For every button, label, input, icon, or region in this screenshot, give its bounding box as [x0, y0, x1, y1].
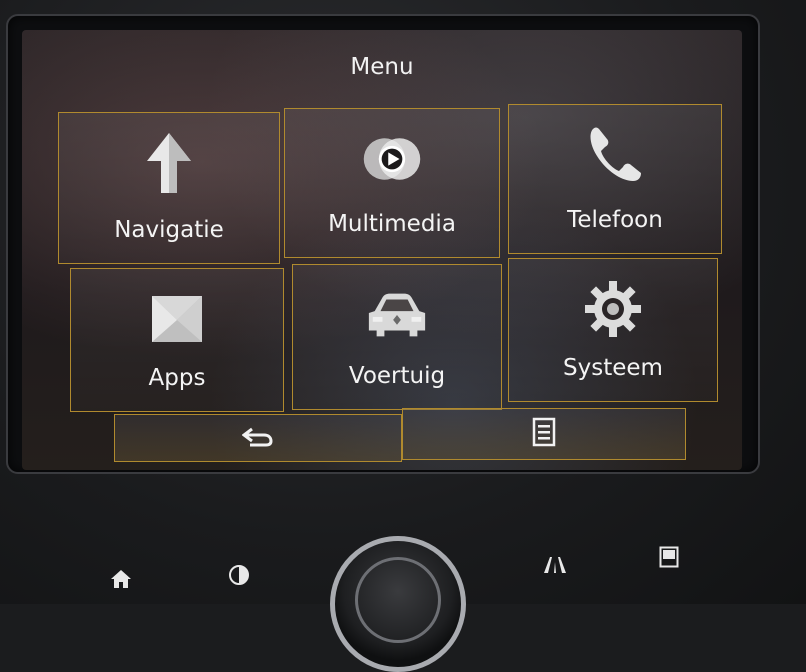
knob-ring [355, 557, 441, 643]
back-arrow-icon [241, 425, 274, 451]
page-title: Menu [350, 54, 414, 80]
screen-frame: Menu Navigatie Multimedia Telefoon Apps … [6, 14, 760, 474]
home-icon [111, 570, 131, 588]
tile-voertuig[interactable]: Voertuig [292, 264, 502, 410]
phone-handset-icon [583, 123, 647, 187]
tile-label: Telefoon [567, 207, 663, 233]
tile-telefoon[interactable]: Telefoon [508, 104, 722, 254]
rotary-knob[interactable] [330, 536, 466, 672]
apps-envelope-icon [145, 287, 209, 351]
display-button[interactable] [654, 542, 684, 572]
back-button[interactable] [114, 414, 402, 462]
touchscreen: Menu Navigatie Multimedia Telefoon Apps … [22, 30, 742, 470]
car-front-icon [365, 283, 429, 347]
home-button[interactable] [106, 564, 136, 594]
list-menu-button[interactable] [402, 408, 686, 460]
brightness-icon [229, 565, 249, 585]
lane-assist-icon [544, 557, 566, 573]
tile-label: Navigatie [114, 217, 224, 243]
tile-label: Multimedia [328, 211, 456, 237]
driving-assist-button[interactable] [540, 550, 570, 580]
tile-label: Systeem [563, 355, 663, 381]
play-media-icon [360, 127, 424, 191]
navigation-arrow-icon [137, 131, 201, 195]
tile-label: Voertuig [348, 363, 446, 389]
brightness-button[interactable] [224, 560, 254, 590]
dashboard-bezel: Menu Navigatie Multimedia Telefoon Apps … [0, 0, 806, 672]
tile-apps[interactable]: Apps [70, 268, 284, 412]
tile-systeem[interactable]: Systeem [508, 258, 718, 402]
tile-multimedia[interactable]: Multimedia [284, 108, 500, 258]
gear-icon [581, 277, 645, 341]
tile-label: Apps [148, 365, 206, 391]
list-menu-icon [532, 417, 556, 451]
tile-navigatie[interactable]: Navigatie [58, 112, 280, 264]
display-icon [659, 546, 679, 568]
